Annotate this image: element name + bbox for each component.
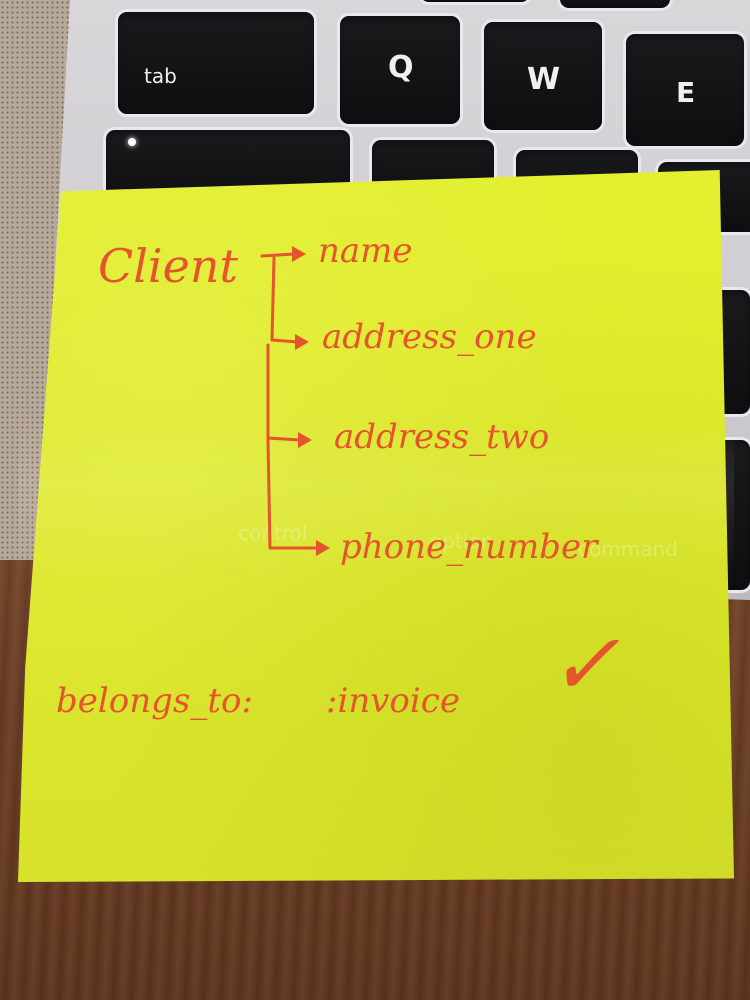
arrowhead-icon bbox=[292, 246, 306, 262]
attribute-address-two: address_two bbox=[334, 417, 549, 457]
connector-line bbox=[260, 252, 297, 258]
connector-line bbox=[270, 256, 300, 344]
relation-label: belongs_to: bbox=[56, 681, 253, 721]
checkmark-icon: ✓ bbox=[548, 615, 620, 715]
arrowhead-icon bbox=[298, 432, 312, 448]
arrowhead-icon bbox=[295, 334, 309, 350]
ghost-control-label: control bbox=[238, 521, 307, 545]
arrowhead-icon bbox=[316, 540, 330, 556]
handwritten-diagram: control option command Client name addre… bbox=[56, 231, 678, 721]
attribute-name: name bbox=[318, 231, 413, 271]
entity-name: Client bbox=[98, 239, 238, 293]
attribute-address-one: address_one bbox=[322, 317, 537, 357]
connector-line bbox=[266, 343, 302, 442]
relation-target: :invoice bbox=[326, 681, 460, 721]
attribute-phone-number: phone_number bbox=[340, 527, 599, 567]
